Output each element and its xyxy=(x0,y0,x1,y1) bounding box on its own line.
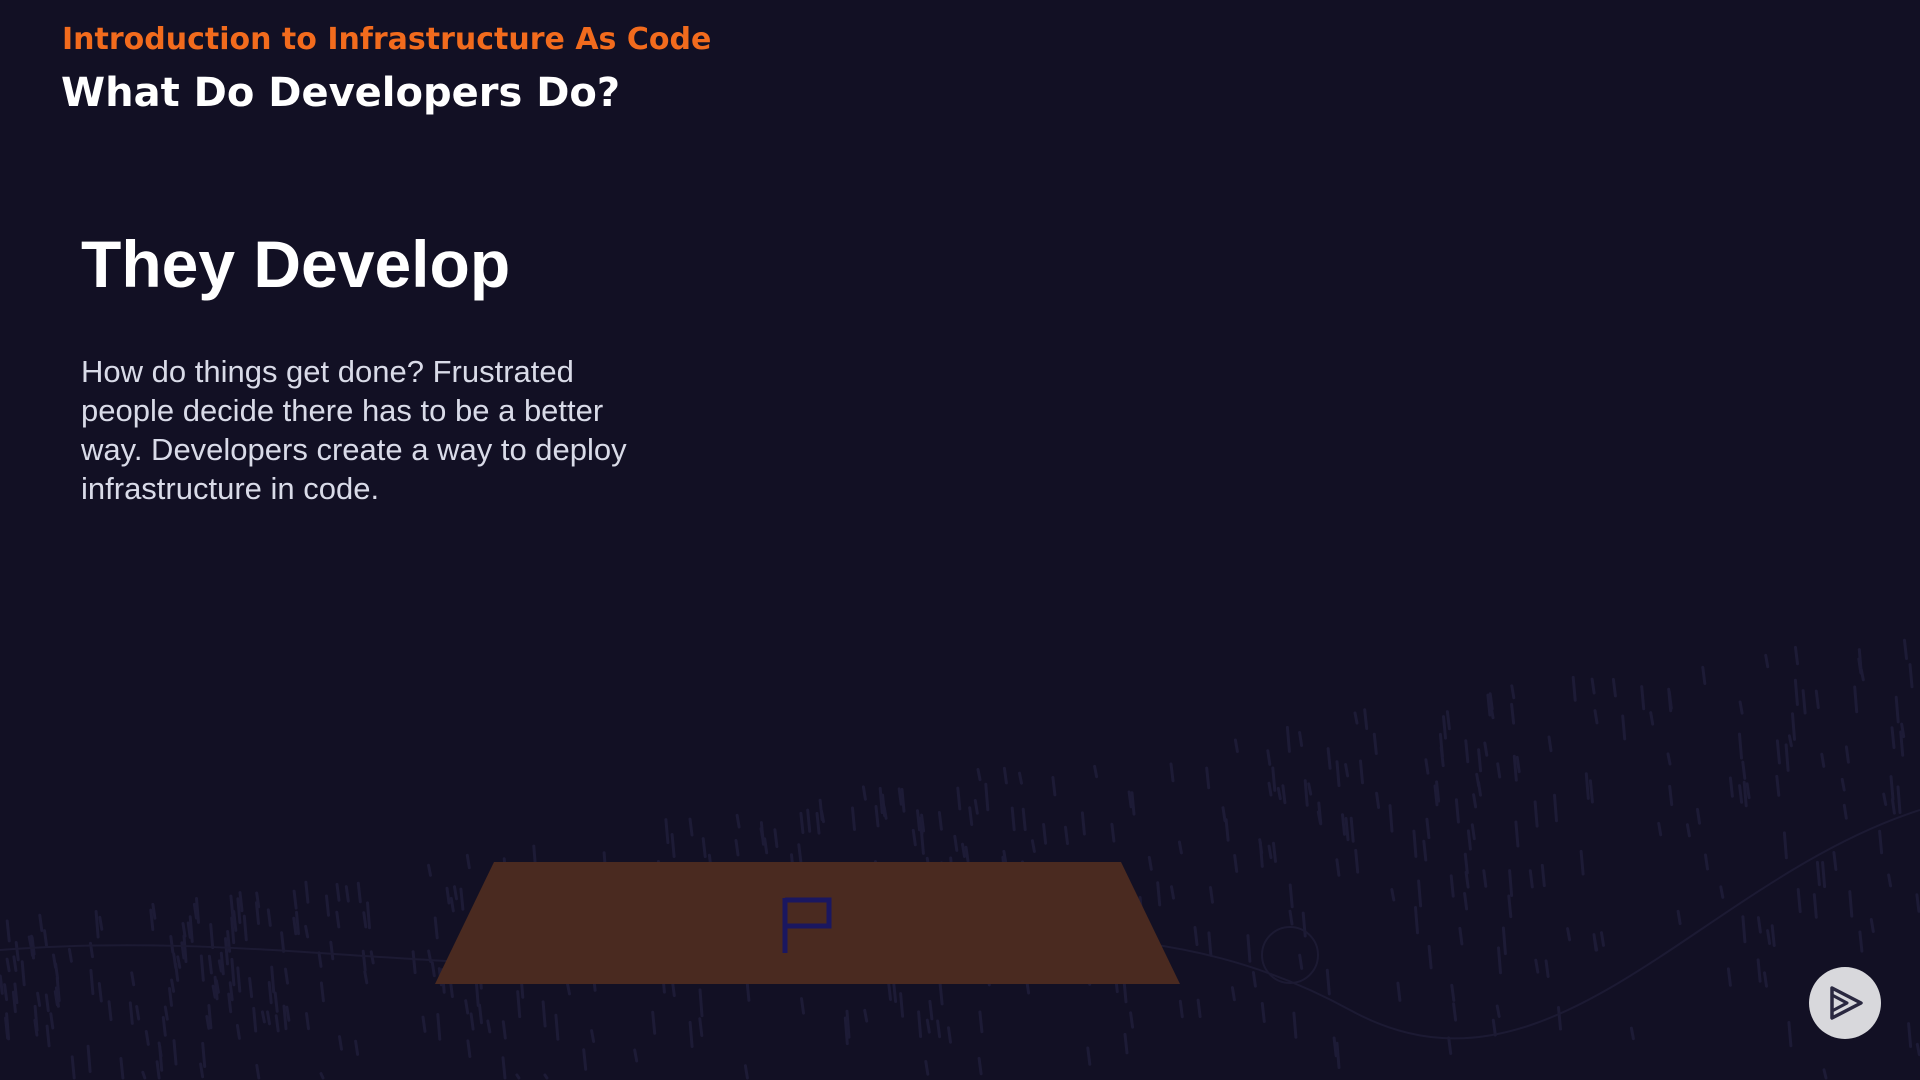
platform-trapezoid xyxy=(435,862,1180,984)
slide-heading: They Develop xyxy=(81,227,511,301)
module-title: What Do Developers Do? xyxy=(61,70,621,116)
background-texture xyxy=(0,638,1920,1080)
course-title: Introduction to Infrastructure As Code xyxy=(62,22,712,57)
slide-body-text: How do things get done? Frustrated peopl… xyxy=(81,354,627,506)
play-logo-icon[interactable] xyxy=(1809,967,1881,1039)
platform-illustration xyxy=(435,862,1180,984)
flag-icon xyxy=(782,897,832,953)
slide-canvas: Introduction to Infrastructure As Code W… xyxy=(0,0,1920,1080)
